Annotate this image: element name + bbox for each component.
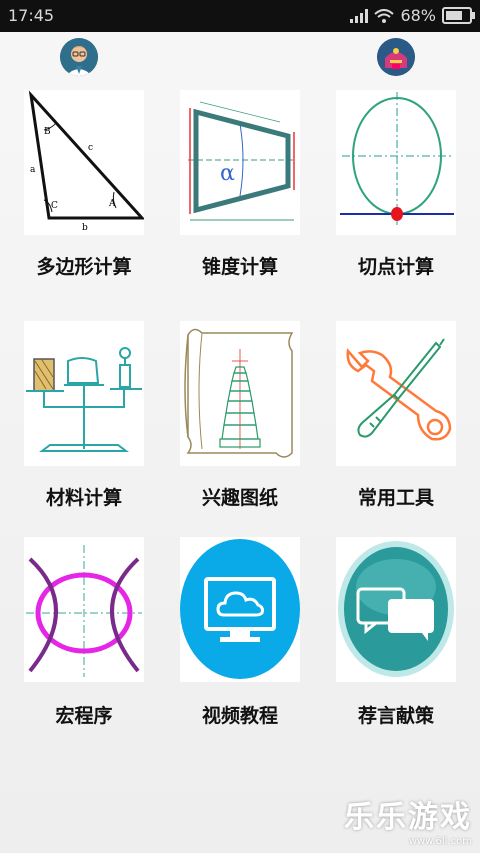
tile-label: 切点计算 — [357, 256, 434, 278]
tile-label: 兴趣图纸 — [201, 487, 278, 509]
status-bar: 17:45 68% — [0, 0, 480, 32]
tile-tools[interactable]: 常用工具 — [336, 321, 456, 509]
tile-tangent-calc[interactable]: 切点计算 — [336, 90, 456, 278]
shop-icon[interactable] — [377, 38, 415, 76]
tile-feedback[interactable]: 荐言献策 — [336, 537, 456, 727]
tile-macro[interactable]: 宏程序 — [24, 537, 144, 727]
tile-label: 多边形计算 — [36, 256, 132, 278]
watermark-url: www.6ll.com — [408, 836, 472, 847]
scale-icon — [24, 321, 144, 466]
watermark-text: 乐乐游戏 — [344, 800, 472, 835]
macro-curve-icon — [24, 537, 144, 682]
tile-label: 宏程序 — [55, 705, 113, 727]
status-right: 68% — [350, 6, 475, 25]
tile-label: 常用工具 — [357, 487, 434, 509]
tile-video[interactable]: 视频教程 — [180, 537, 300, 727]
tile-label: 材料计算 — [45, 487, 122, 509]
tile-label: 锥度计算 — [201, 256, 278, 278]
svg-text:c: c — [88, 143, 93, 153]
tile-taper-calc[interactable]: α 锥度计算 — [180, 90, 300, 278]
svg-text:α: α — [220, 161, 235, 186]
triangle-icon: B c a C A b — [24, 90, 144, 235]
tile-drawings[interactable]: 兴趣图纸 — [180, 321, 300, 509]
user-avatar-icon[interactable] — [60, 38, 98, 76]
svg-text:A: A — [108, 199, 116, 209]
wifi-icon — [374, 8, 395, 23]
tile-label: 荐言献策 — [357, 705, 434, 727]
battery-percent: 68% — [400, 6, 436, 25]
tile-material-calc[interactable]: 材料计算 — [24, 321, 144, 509]
video-monitor-icon — [180, 537, 300, 682]
svg-text:B: B — [44, 127, 51, 137]
battery-icon — [442, 7, 475, 24]
svg-text:a: a — [30, 165, 36, 175]
tile-polygon-calc[interactable]: B c a C A b 多边形计算 — [24, 90, 144, 278]
signal-icon — [350, 8, 369, 23]
feedback-chat-icon — [336, 537, 456, 682]
status-time: 17:45 — [8, 6, 55, 25]
svg-text:b: b — [82, 223, 88, 233]
tangent-point-icon — [336, 90, 456, 235]
svg-text:C: C — [51, 201, 58, 211]
pagoda-scroll-icon — [180, 321, 300, 466]
tile-label: 视频教程 — [201, 705, 278, 727]
tools-icon — [336, 321, 456, 466]
taper-icon: α — [180, 90, 300, 235]
watermark: 乐乐游戏 www.6ll.com — [344, 792, 472, 847]
